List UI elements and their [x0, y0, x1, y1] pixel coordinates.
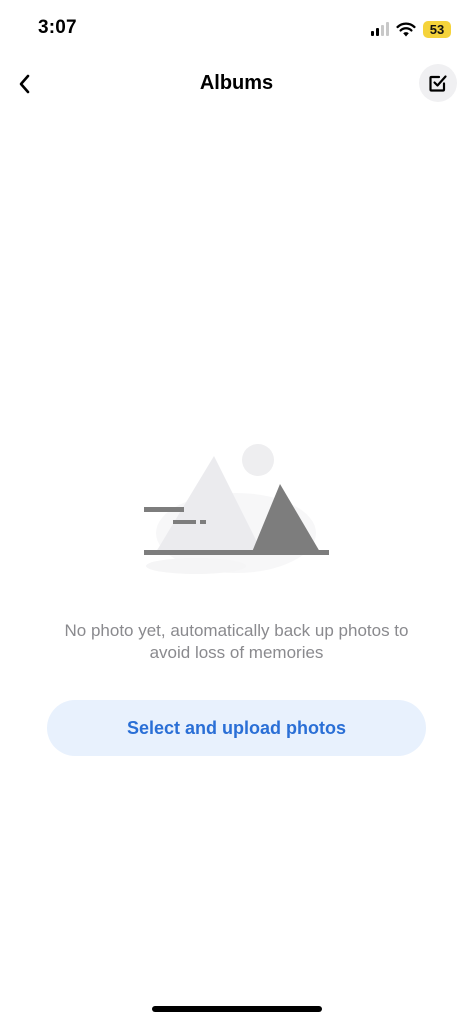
page-title: Albums — [199, 72, 274, 94]
image-placeholder-icon — [144, 444, 329, 574]
checkbox-icon — [429, 75, 447, 92]
header: Albums — [0, 58, 473, 112]
empty-state-message: No photo yet, automatically back up phot… — [64, 621, 409, 662]
select-mode-button[interactable] — [419, 64, 457, 102]
status-indicators: 53 — [371, 19, 451, 39]
status-time: 3:07 — [38, 17, 77, 38]
home-indicator[interactable] — [152, 1006, 322, 1012]
wifi-icon — [396, 22, 416, 37]
cellular-signal-icon — [371, 22, 389, 36]
battery-icon: 53 — [423, 20, 451, 38]
status-bar: 3:07 53 — [0, 0, 473, 58]
select-and-upload-button[interactable]: Select and upload photos — [47, 700, 426, 756]
